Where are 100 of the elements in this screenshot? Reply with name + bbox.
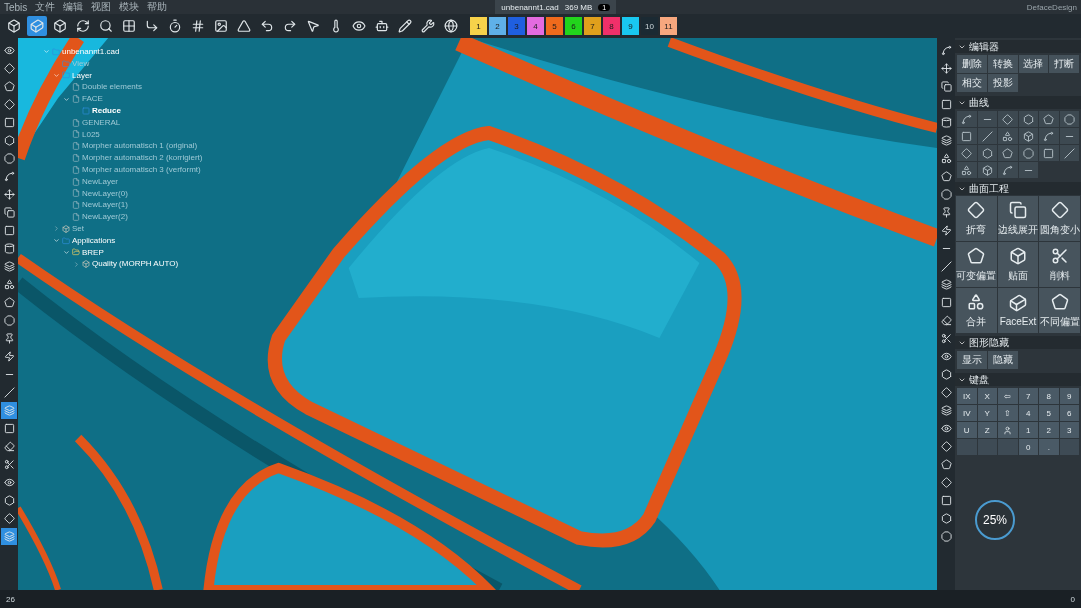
key-button[interactable]: 7: [1018, 388, 1038, 404]
tool-icon[interactable]: [938, 276, 954, 293]
curve-tool-button[interactable]: [1018, 145, 1038, 161]
menu-item[interactable]: 帮助: [147, 0, 168, 14]
tool-button[interactable]: 打断: [1049, 55, 1079, 73]
menu-item[interactable]: 模块: [119, 0, 140, 14]
tree-item[interactable]: FACE: [82, 93, 103, 105]
surface-tool-button[interactable]: 合并: [956, 288, 997, 333]
key-button[interactable]: 1: [1018, 422, 1038, 438]
tool-icon[interactable]: [1, 96, 17, 113]
tree-item[interactable]: BREP: [82, 246, 104, 259]
layer-chip[interactable]: 11: [660, 17, 677, 35]
key-button[interactable]: 2: [1039, 422, 1059, 438]
surface-tool-button[interactable]: 圆角变小: [1039, 196, 1080, 241]
tool-icon[interactable]: [938, 384, 954, 401]
key-button[interactable]: ⇧: [998, 405, 1018, 421]
curve-tool-button[interactable]: [977, 128, 997, 144]
surface-tool-button[interactable]: 折弯: [956, 196, 997, 241]
tool-icon[interactable]: [938, 186, 954, 203]
menu-item[interactable]: 视图: [91, 0, 112, 14]
key-button[interactable]: 6: [1059, 405, 1079, 421]
curve-tool-button[interactable]: [1018, 128, 1038, 144]
curve-tool-button[interactable]: [998, 128, 1018, 144]
section-header[interactable]: 图形隐藏: [955, 336, 1081, 349]
key-button[interactable]: 0: [1018, 439, 1038, 455]
tool-button[interactable]: 删除: [957, 55, 987, 73]
menu-item[interactable]: 编辑: [63, 0, 84, 14]
layer-chip[interactable]: 10: [641, 17, 658, 35]
surface-tool-button[interactable]: 削料: [1039, 242, 1080, 287]
curve-tool-button[interactable]: [998, 111, 1018, 127]
curve-tool-button[interactable]: [977, 145, 997, 161]
key-button[interactable]: IX: [957, 388, 977, 404]
tree-item[interactable]: NewLayer(1): [82, 199, 128, 212]
curve-tool-button[interactable]: [1059, 128, 1079, 144]
tree-item[interactable]: Set: [72, 222, 84, 235]
tree-item[interactable]: Double elements: [82, 81, 143, 94]
tree-item[interactable]: NewLayer(2): [82, 211, 128, 223]
tool-icon[interactable]: [938, 60, 954, 77]
surface-tool-button[interactable]: 不同偏置: [1039, 288, 1080, 333]
curve-tool-button[interactable]: [977, 111, 997, 127]
key-button[interactable]: ⇦: [998, 388, 1018, 404]
curve-tool-button[interactable]: [977, 162, 997, 178]
tool-icon[interactable]: [938, 402, 954, 419]
key-button[interactable]: Y: [977, 405, 997, 421]
curve-tool-button[interactable]: [1059, 111, 1079, 127]
key-button[interactable]: [998, 422, 1018, 438]
tool-button[interactable]: 隐藏: [987, 351, 1018, 369]
key-button[interactable]: 8: [1039, 388, 1059, 404]
curve-tool-button[interactable]: [1018, 111, 1038, 127]
layer-chip[interactable]: 6: [565, 17, 582, 35]
section-header[interactable]: 键盘: [955, 373, 1081, 386]
tool-icon[interactable]: [938, 258, 954, 275]
surface-tool-button[interactable]: 边线展开: [997, 196, 1039, 241]
curve-tool-button[interactable]: [957, 111, 977, 127]
tool-icon[interactable]: [1, 384, 17, 401]
key-button[interactable]: Z: [977, 422, 997, 438]
tree-item[interactable]: Reduce: [92, 105, 121, 117]
curve-tool-button[interactable]: [1039, 111, 1059, 127]
layer-chip[interactable]: 1: [470, 17, 487, 35]
curve-tool-button[interactable]: [998, 162, 1018, 178]
tool-button[interactable]: 投影: [987, 74, 1018, 92]
tool-icon[interactable]: [1, 186, 17, 203]
layer-chip[interactable]: 5: [546, 17, 563, 35]
tool-button[interactable]: 相交: [957, 74, 987, 92]
tree-item[interactable]: GENERAL: [82, 116, 121, 129]
tree-item[interactable]: Morpher automatisch 1 (original): [82, 140, 198, 153]
tool-icon[interactable]: [1, 150, 17, 167]
curve-tool-button[interactable]: [998, 145, 1018, 161]
tool-button[interactable]: 显示: [957, 351, 987, 369]
key-button[interactable]: 4: [1018, 405, 1038, 421]
layer-chip[interactable]: 8: [603, 17, 620, 35]
curve-tool-button[interactable]: [1039, 145, 1059, 161]
curve-tool-button[interactable]: [1059, 145, 1079, 161]
tool-icon[interactable]: [938, 438, 954, 455]
workspace-selector[interactable]: DefaceDesign: [1026, 2, 1077, 12]
tool-icon[interactable]: [938, 132, 954, 149]
curve-tool-button[interactable]: [1018, 162, 1038, 178]
key-button[interactable]: 5: [1039, 405, 1059, 421]
curve-tool-button[interactable]: [1039, 128, 1059, 144]
key-button[interactable]: 9: [1059, 388, 1079, 404]
key-button[interactable]: U: [957, 422, 977, 438]
tool-icon[interactable]: [1, 60, 17, 77]
section-header[interactable]: 曲线: [955, 96, 1081, 109]
layer-chip[interactable]: 9: [622, 17, 639, 35]
tool-icon[interactable]: [1, 204, 17, 221]
curve-tool-button[interactable]: [957, 128, 977, 144]
tool-button[interactable]: 选择: [1018, 55, 1049, 73]
tool-button[interactable]: 转换: [987, 55, 1018, 73]
tool-icon[interactable]: [1, 312, 17, 329]
layer-chip[interactable]: 2: [489, 17, 506, 35]
menu-item[interactable]: 文件: [35, 0, 56, 14]
tool-icon[interactable]: [938, 78, 954, 95]
tree-item[interactable]: NewLayer(0): [82, 187, 128, 200]
surface-tool-button[interactable]: 可变偏置: [956, 242, 997, 287]
curve-tool-button[interactable]: [957, 162, 977, 178]
tree-item[interactable]: Layer: [72, 69, 92, 82]
tool-icon[interactable]: [938, 474, 954, 491]
tree-item[interactable]: NewLayer: [82, 175, 118, 188]
key-button[interactable]: .: [1039, 439, 1059, 455]
tree-item[interactable]: Quality (MORPH AUTO): [92, 258, 179, 271]
